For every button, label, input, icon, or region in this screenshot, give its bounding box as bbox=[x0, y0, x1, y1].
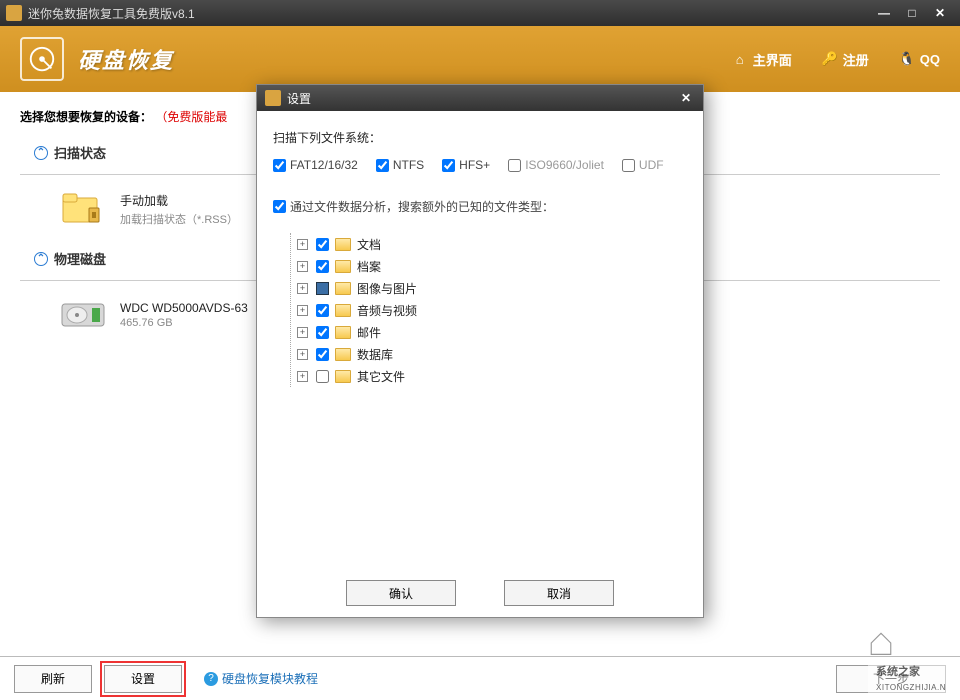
tree-item-image[interactable]: +图像与图片 bbox=[291, 277, 687, 299]
fs-fat-checkbox[interactable]: FAT12/16/32 bbox=[273, 158, 358, 172]
dialog-footer: 确认 取消 bbox=[257, 569, 703, 617]
fs-ntfs-checkbox[interactable]: NTFS bbox=[376, 158, 424, 172]
filetype-tree: +文档 +档案 +图像与图片 +音频与视频 +邮件 +数据库 +其它文件 bbox=[279, 233, 687, 387]
folder-icon bbox=[335, 370, 351, 383]
app-header: 硬盘恢复 ⌂ 主界面 🔑 注册 🐧 QQ bbox=[0, 26, 960, 92]
dialog-title: 设置 bbox=[287, 90, 311, 107]
settings-dialog: 设置 ✕ 扫描下列文件系统： FAT12/16/32 NTFS HFS+ ISO… bbox=[256, 84, 704, 618]
folder-icon bbox=[335, 326, 351, 339]
folder-icon bbox=[335, 282, 351, 295]
expand-icon[interactable]: + bbox=[297, 239, 308, 250]
nav-qq[interactable]: 🐧 QQ bbox=[899, 51, 940, 67]
fs-iso-checkbox[interactable]: ISO9660/Joliet bbox=[508, 158, 604, 172]
folder-icon bbox=[335, 304, 351, 317]
fs-udf-checkbox[interactable]: UDF bbox=[622, 158, 664, 172]
folder-load-icon bbox=[60, 189, 106, 229]
disk-size: 465.76 GB bbox=[120, 317, 248, 329]
settings-button[interactable]: 设置 bbox=[104, 665, 182, 693]
dialog-body: 扫描下列文件系统： FAT12/16/32 NTFS HFS+ ISO9660/… bbox=[257, 111, 703, 569]
analysis-checkbox[interactable]: 通过文件数据分析，搜索额外的已知的文件类型： bbox=[273, 198, 554, 215]
close-button[interactable]: ✕ bbox=[926, 6, 954, 20]
tutorial-link[interactable]: ? 硬盘恢复模块教程 bbox=[204, 670, 318, 687]
tree-item-db[interactable]: +数据库 bbox=[291, 343, 687, 365]
manual-load-title: 手动加载 bbox=[120, 192, 238, 209]
collapse-icon[interactable]: ⌃ bbox=[34, 252, 48, 266]
cancel-button[interactable]: 取消 bbox=[504, 580, 614, 606]
dialog-icon bbox=[265, 90, 281, 106]
disk-icon bbox=[60, 295, 106, 335]
tree-item-av[interactable]: +音频与视频 bbox=[291, 299, 687, 321]
folder-icon bbox=[335, 260, 351, 273]
dialog-titlebar: 设置 ✕ bbox=[257, 85, 703, 111]
manual-load-sub: 加载扫描状态（*.RSS） bbox=[120, 211, 238, 227]
folder-icon bbox=[335, 238, 351, 251]
mixed-checkbox-icon[interactable] bbox=[316, 282, 329, 295]
tree-item-other[interactable]: +其它文件 bbox=[291, 365, 687, 387]
app-icon bbox=[6, 5, 22, 21]
tree-item-archive[interactable]: +档案 bbox=[291, 255, 687, 277]
maximize-button[interactable]: □ bbox=[898, 6, 926, 20]
disk-title: WDC WD5000AVDS-63 bbox=[120, 301, 248, 315]
window-title: 迷你兔数据恢复工具免费版v8.1 bbox=[28, 5, 195, 22]
expand-icon[interactable]: + bbox=[297, 283, 308, 294]
key-icon: 🔑 bbox=[822, 51, 838, 67]
expand-icon[interactable]: + bbox=[297, 349, 308, 360]
expand-icon[interactable]: + bbox=[297, 327, 308, 338]
filesystem-options: FAT12/16/32 NTFS HFS+ ISO9660/Joliet UDF bbox=[273, 158, 687, 172]
watermark-logo-icon bbox=[868, 630, 894, 656]
folder-icon bbox=[335, 348, 351, 361]
refresh-button[interactable]: 刷新 bbox=[14, 665, 92, 693]
expand-icon[interactable]: + bbox=[297, 305, 308, 316]
qq-icon: 🐧 bbox=[899, 51, 915, 67]
collapse-icon[interactable]: ⌃ bbox=[34, 146, 48, 160]
fs-hfs-checkbox[interactable]: HFS+ bbox=[442, 158, 490, 172]
nav-home[interactable]: ⌂ 主界面 bbox=[732, 50, 792, 69]
tree-item-mail[interactable]: +邮件 bbox=[291, 321, 687, 343]
scan-fs-label: 扫描下列文件系统： bbox=[273, 129, 687, 146]
watermark: 系统之家 XITONGZHIJIA.N bbox=[868, 630, 954, 694]
page-title: 硬盘恢复 bbox=[78, 43, 174, 75]
expand-icon[interactable]: + bbox=[297, 371, 308, 382]
help-icon: ? bbox=[204, 672, 218, 686]
tree-item-docs[interactable]: +文档 bbox=[291, 233, 687, 255]
window-titlebar: 迷你兔数据恢复工具免费版v8.1 — □ ✕ bbox=[0, 0, 960, 26]
minimize-button[interactable]: — bbox=[870, 6, 898, 20]
ok-button[interactable]: 确认 bbox=[346, 580, 456, 606]
footer-bar: 刷新 设置 ? 硬盘恢复模块教程 下一步 bbox=[0, 656, 960, 700]
nav-register[interactable]: 🔑 注册 bbox=[822, 50, 869, 69]
hdd-icon bbox=[20, 37, 64, 81]
dialog-close-button[interactable]: ✕ bbox=[677, 91, 695, 105]
expand-icon[interactable]: + bbox=[297, 261, 308, 272]
settings-highlight: 设置 bbox=[100, 661, 186, 697]
home-icon: ⌂ bbox=[732, 51, 748, 67]
